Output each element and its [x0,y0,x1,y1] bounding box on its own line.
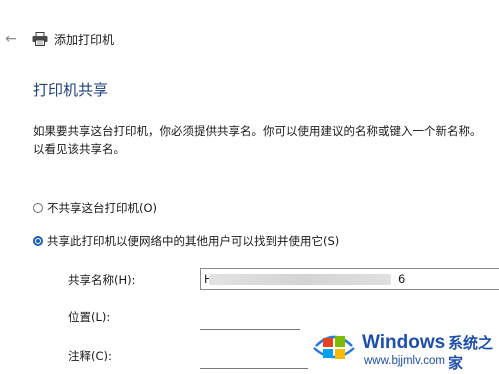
no-share-label: 不共享这台打印机(O) [47,201,158,215]
watermark-url: www.bjjmlv.com [364,355,445,367]
radio-button-checked[interactable] [33,236,43,246]
windows-logo-icon [313,335,355,359]
redacted-share-name [209,274,391,285]
page-title: 打印机共享 [33,81,109,99]
location-input[interactable] [200,310,300,330]
watermark-subtitle: 系统之家 [448,334,494,372]
description-text: 如果要共享这台打印机，你必须提供共享名。你可以使用建议的名称或键入一个新名称。 … [33,122,499,158]
no-share-radio-option[interactable]: 不共享这台打印机(O) [33,200,157,216]
printer-icon [32,32,48,46]
window-title: 添加打印机 [54,33,115,47]
share-name-input[interactable]: H 6 [200,268,499,290]
share-name-suffix: 6 [398,272,406,286]
share-name-label: 共享名称(H): [68,273,136,287]
location-label: 位置(L): [68,310,111,324]
description-line: 如果要共享这台打印机，你必须提供共享名。你可以使用建议的名称或键入一个新名称。 [33,124,482,138]
back-arrow-icon[interactable]: ← [3,30,19,48]
comment-label: 注释(C): [68,349,112,363]
share-label: 共享此打印机以便网络中的其他用户可以找到并使用它(S) [47,234,340,248]
add-printer-window: ← 添加打印机 打印机共享 如果要共享这台打印机，你必须提供共享名。你可以使用建… [0,0,499,374]
watermark-brand: Windows [362,332,446,353]
share-radio-option[interactable]: 共享此打印机以便网络中的其他用户可以找到并使用它(S) [33,233,339,249]
description-line: 以看见该共享名。 [33,142,125,156]
comment-input[interactable] [200,349,308,369]
radio-button-unchecked[interactable] [33,203,43,213]
